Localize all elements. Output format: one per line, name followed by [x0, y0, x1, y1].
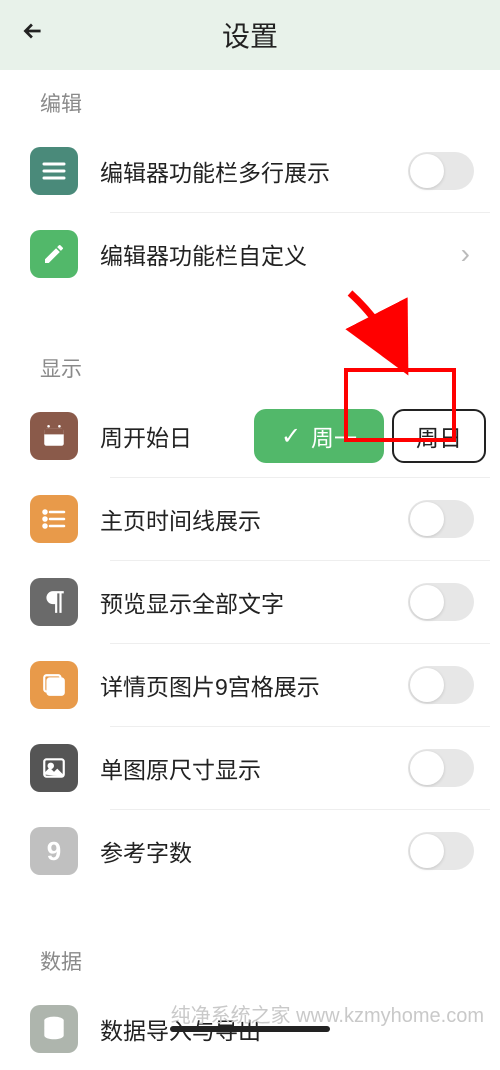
page-title: 设置 — [222, 15, 278, 55]
seg-sunday[interactable]: 周日 — [392, 409, 486, 463]
seg-label: 周日 — [416, 419, 462, 453]
toggle-preview-all[interactable] — [408, 583, 474, 621]
section-edit-label: 编辑 — [10, 70, 490, 130]
row-label: 预览显示全部文字 — [100, 585, 408, 619]
header: 设置 — [0, 0, 500, 70]
home-indicator — [170, 1026, 330, 1032]
chevron-right-icon: › — [461, 238, 470, 270]
paragraph-icon — [30, 578, 78, 626]
nine-icon: 9 — [30, 827, 78, 875]
row-label: 编辑器功能栏多行展示 — [100, 154, 408, 188]
calendar-icon — [30, 412, 78, 460]
week-start-segmented: ✓ 周一 周日 — [254, 409, 486, 463]
row-label: 参考字数 — [100, 834, 408, 868]
row-label: 主页时间线展示 — [100, 502, 408, 536]
row-timeline[interactable]: 主页时间线展示 — [10, 478, 490, 560]
toggle-timeline[interactable] — [408, 500, 474, 538]
toggle-multiline[interactable] — [408, 152, 474, 190]
toggle-original-size[interactable] — [408, 749, 474, 787]
toggle-word-count[interactable] — [408, 832, 474, 870]
row-label: 周开始日 — [100, 419, 192, 453]
gallery-icon — [30, 661, 78, 709]
section-display-label: 显示 — [10, 335, 490, 395]
row-label: 单图原尺寸显示 — [100, 751, 408, 785]
watermark: 纯净系统之家 www.kzmyhome.com — [171, 999, 484, 1028]
toggle-grid-nine[interactable] — [408, 666, 474, 704]
section-data-label: 数据 — [10, 928, 490, 988]
row-editor-multiline[interactable]: 编辑器功能栏多行展示 — [10, 130, 490, 212]
seg-label: 周一 — [311, 419, 357, 453]
back-button[interactable] — [20, 18, 46, 52]
row-word-count[interactable]: 9 参考字数 — [10, 810, 490, 892]
row-grid-nine[interactable]: 详情页图片9宫格展示 — [10, 644, 490, 726]
row-week-start: 周开始日 ✓ 周一 周日 — [10, 395, 490, 477]
check-icon: ✓ — [281, 422, 301, 451]
row-original-size[interactable]: 单图原尺寸显示 — [10, 727, 490, 809]
list-icon — [30, 495, 78, 543]
editor-lines-icon — [30, 147, 78, 195]
image-icon — [30, 744, 78, 792]
settings-content: 编辑 编辑器功能栏多行展示 编辑器功能栏自定义 › 显示 周开始日 ✓ 周一 周… — [0, 70, 500, 1070]
database-icon — [30, 1005, 78, 1053]
row-preview-all[interactable]: 预览显示全部文字 — [10, 561, 490, 643]
row-editor-customize[interactable]: 编辑器功能栏自定义 › — [10, 213, 490, 295]
seg-monday[interactable]: ✓ 周一 — [254, 409, 384, 463]
row-label: 编辑器功能栏自定义 — [100, 237, 461, 271]
pencil-icon — [30, 230, 78, 278]
row-label: 详情页图片9宫格展示 — [100, 668, 408, 702]
